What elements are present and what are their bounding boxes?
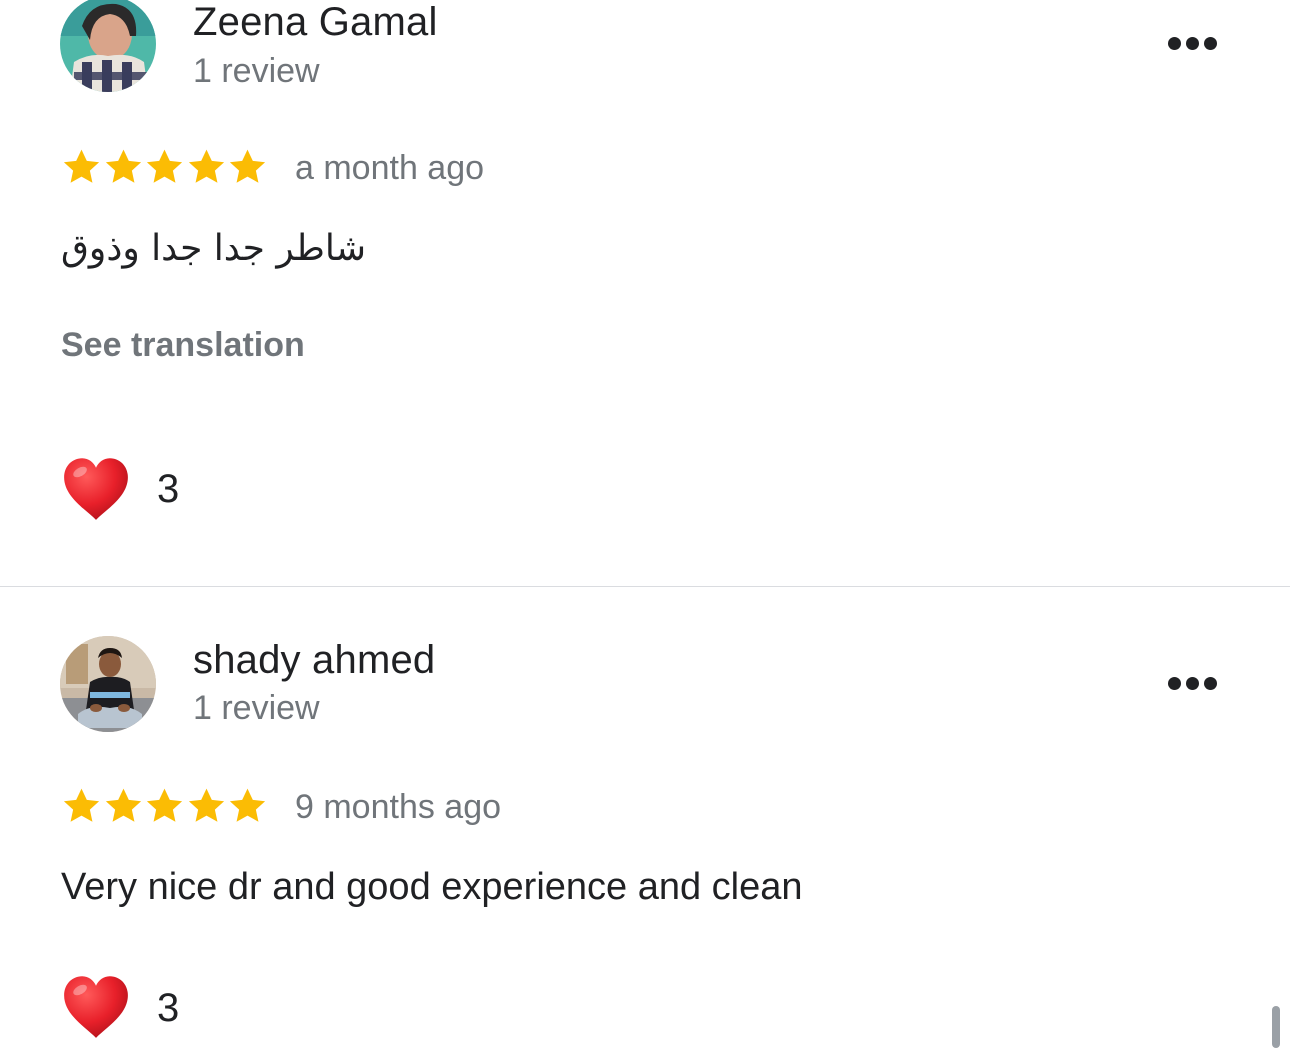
star-rating xyxy=(61,146,269,188)
star-icon xyxy=(227,785,268,827)
star-icon xyxy=(186,146,227,188)
more-options-icon[interactable] xyxy=(1168,37,1218,51)
star-icon xyxy=(103,146,144,188)
see-translation-link[interactable]: See translation xyxy=(61,326,305,365)
review-text: شاطر جدا جدا وذوق xyxy=(61,228,367,269)
reviewer-avatar[interactable] xyxy=(60,636,156,732)
review-date: 9 months ago xyxy=(295,788,502,826)
reviewer-review-count: 1 review xyxy=(193,689,320,727)
star-icon xyxy=(227,146,268,188)
reviewer-review-count: 1 review xyxy=(193,52,320,90)
star-icon xyxy=(61,785,102,827)
avatar-photo-icon xyxy=(60,636,156,732)
star-icon xyxy=(61,146,102,188)
review-divider xyxy=(0,586,1290,587)
star-icon xyxy=(144,146,185,188)
reviewer-name[interactable]: shady ahmed xyxy=(193,638,435,683)
star-rating xyxy=(61,785,269,827)
like-count: 3 xyxy=(157,467,180,511)
scrollbar-thumb[interactable] xyxy=(1272,1006,1280,1048)
avatar-photo-icon xyxy=(60,0,156,92)
star-icon xyxy=(186,785,227,827)
heart-icon[interactable] xyxy=(62,456,130,522)
heart-icon[interactable] xyxy=(62,974,130,1040)
review-date: a month ago xyxy=(295,149,485,187)
star-icon xyxy=(144,785,185,827)
review-text: Very nice dr and good experience and cle… xyxy=(61,866,803,908)
more-options-icon[interactable] xyxy=(1168,677,1218,691)
like-count: 3 xyxy=(157,986,180,1030)
reviewer-name[interactable]: Zeena Gamal xyxy=(193,0,438,45)
star-icon xyxy=(103,785,144,827)
reviewer-avatar[interactable] xyxy=(60,0,156,92)
